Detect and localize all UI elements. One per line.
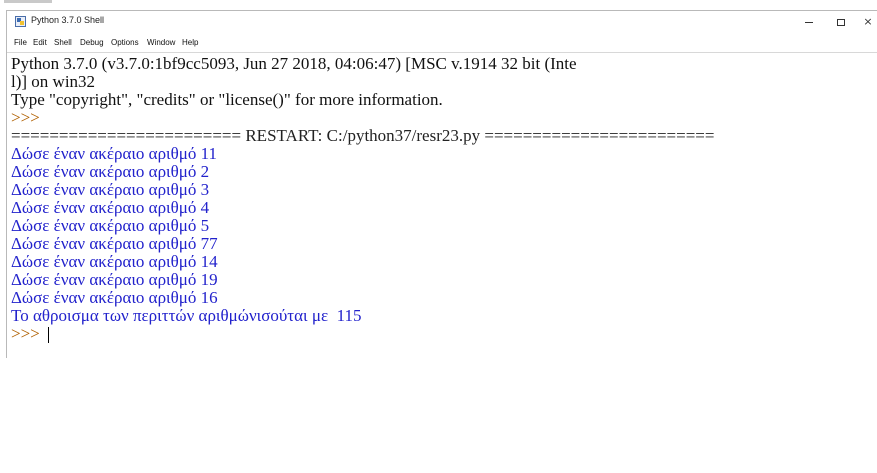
menu-file[interactable]: File	[14, 38, 27, 47]
window-title: Python 3.7.0 Shell	[31, 15, 105, 25]
input-line: Δώσε έναν ακέραιο αριθμό 19	[11, 270, 218, 289]
menu-window[interactable]: Window	[147, 38, 175, 47]
shell-output[interactable]: Python 3.7.0 (v3.7.0:1bf9cc5093, Jun 27 …	[7, 52, 877, 360]
maximize-button[interactable]	[827, 11, 855, 33]
menu-edit[interactable]: Edit	[33, 38, 47, 47]
banner-line-1: Python 3.7.0 (v3.7.0:1bf9cc5093, Jun 27 …	[11, 54, 577, 73]
input-line: Δώσε έναν ακέραιο αριθμό 16	[11, 288, 218, 307]
minimize-button[interactable]	[795, 11, 823, 33]
python-idle-icon	[15, 16, 26, 27]
menu-shell[interactable]: Shell	[54, 38, 72, 47]
result-line: Το αθροισμα των περιττών αριθμώνισούται …	[11, 306, 362, 325]
menu-bar: File Edit Shell Debug Options Window Hel…	[7, 35, 877, 51]
python-shell-window: Python 3.7.0 Shell × File Edit Shell Deb…	[6, 10, 877, 358]
shell-prompt: >>>	[11, 108, 40, 127]
restart-banner: ======================== RESTART: C:/pyt…	[11, 126, 715, 145]
input-line: Δώσε έναν ακέραιο αριθμό 3	[11, 180, 210, 199]
close-button[interactable]: ×	[859, 11, 877, 33]
input-line: Δώσε έναν ακέραιο αριθμό 11	[11, 144, 218, 163]
input-line: Δώσε έναν ακέραιο αριθμό 2	[11, 162, 210, 181]
text-cursor	[48, 327, 49, 343]
menu-help[interactable]: Help	[182, 38, 198, 47]
input-line: Δώσε έναν ακέραιο αριθμό 4	[11, 198, 210, 217]
background-fragment	[4, 0, 52, 3]
minimize-icon	[805, 21, 813, 23]
input-line: Δώσε έναν ακέραιο αριθμό 77	[11, 234, 218, 253]
menu-options[interactable]: Options	[111, 38, 139, 47]
menu-debug[interactable]: Debug	[80, 38, 104, 47]
input-line: Δώσε έναν ακέραιο αριθμό 5	[11, 216, 210, 235]
banner-line-2: l)] on win32	[11, 72, 96, 91]
shell-prompt-active[interactable]: >>>	[11, 325, 44, 343]
title-bar[interactable]: Python 3.7.0 Shell ×	[7, 11, 877, 33]
input-line: Δώσε έναν ακέραιο αριθμό 14	[11, 252, 218, 271]
banner-line-3: Type "copyright", "credits" or "license(…	[11, 90, 443, 109]
maximize-icon	[837, 18, 845, 26]
background-strip	[0, 0, 877, 10]
